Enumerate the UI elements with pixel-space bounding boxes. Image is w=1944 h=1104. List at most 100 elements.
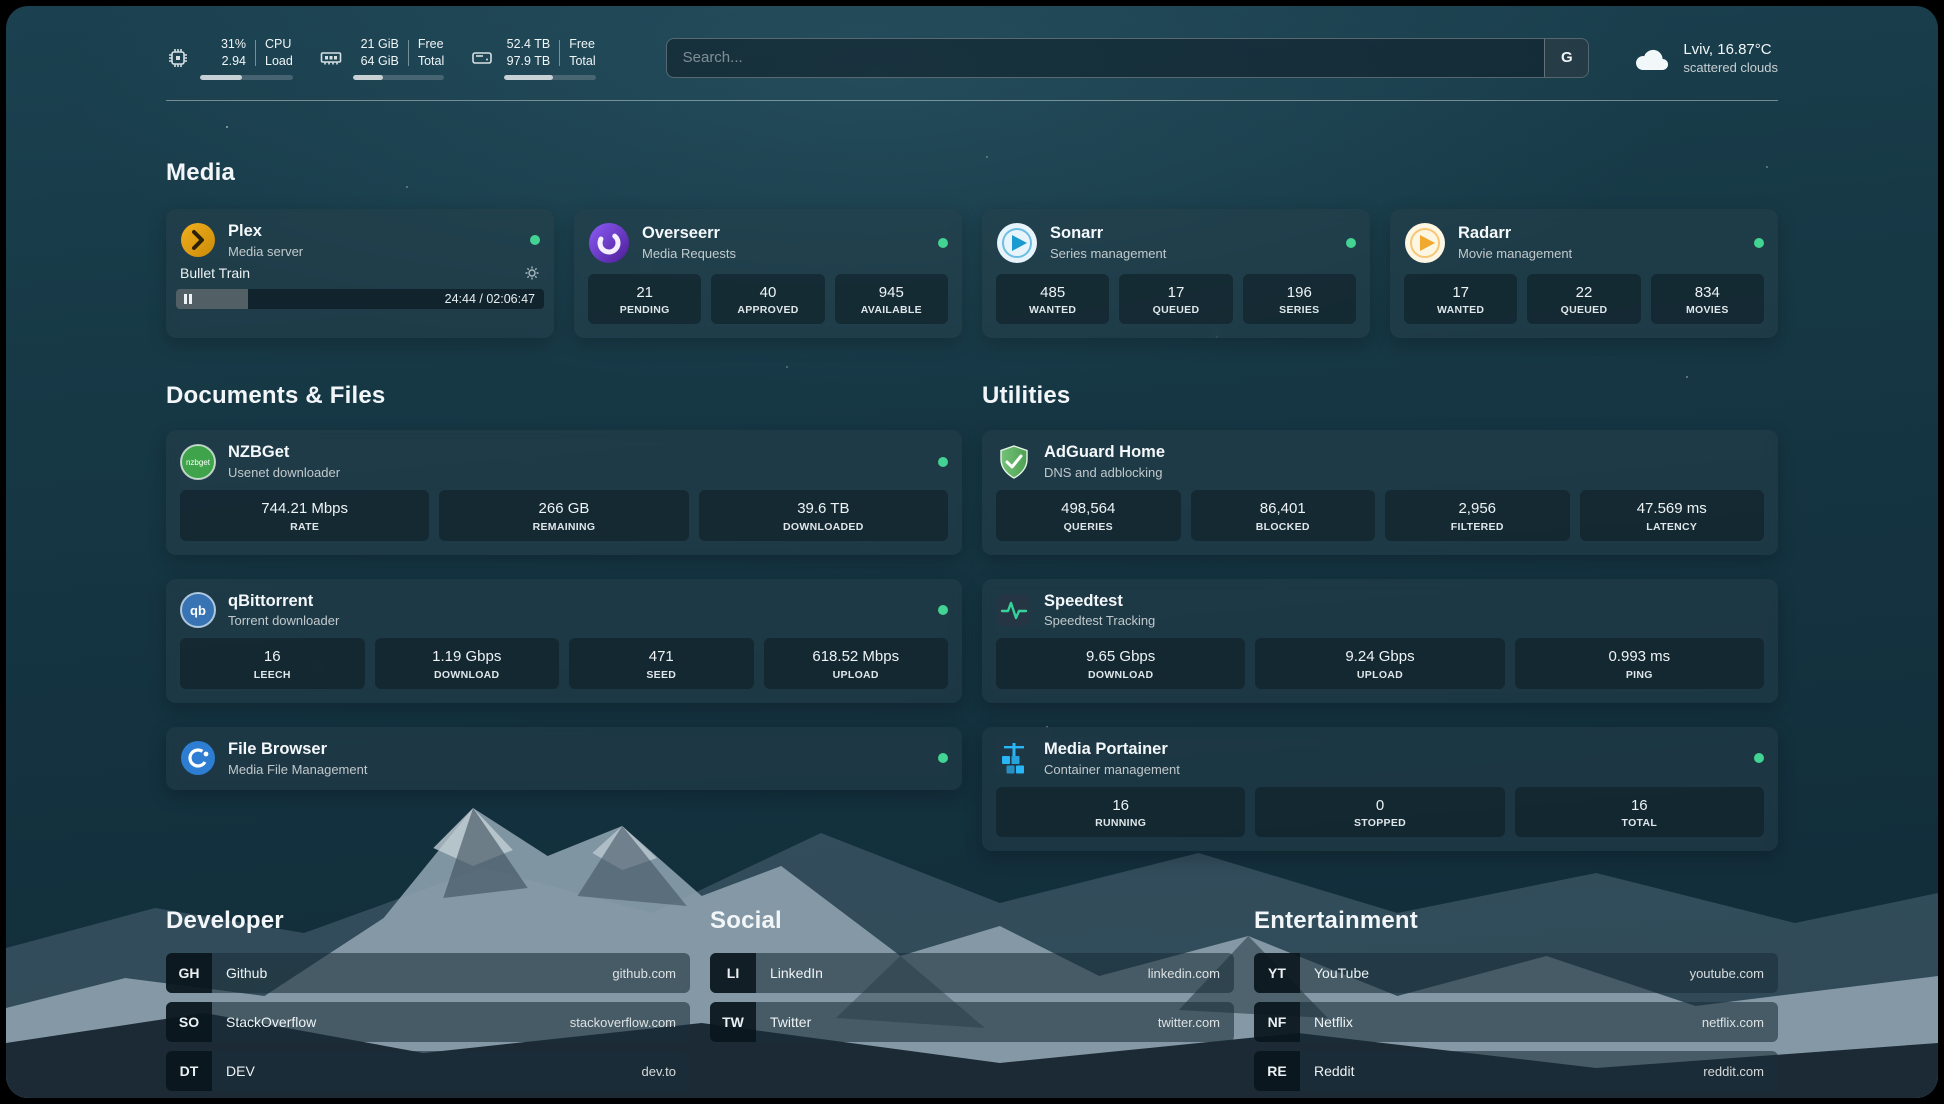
filebrowser-icon bbox=[180, 740, 216, 776]
section-title-developer: Developer bbox=[166, 907, 690, 935]
svg-text:qb: qb bbox=[190, 603, 206, 618]
stat-label: RATE bbox=[184, 521, 425, 533]
pause-icon[interactable] bbox=[183, 294, 193, 304]
stat-box: 40 APPROVED bbox=[711, 274, 824, 325]
bookmark-twitter[interactable]: TW Twitter twitter.com bbox=[710, 1002, 1234, 1042]
bookmark-linkedin[interactable]: LI LinkedIn linkedin.com bbox=[710, 953, 1234, 993]
stat-value: 0.993 ms bbox=[1519, 647, 1760, 667]
card-speedtest[interactable]: Speedtest Speedtest Tracking 9.65 Gbps D… bbox=[982, 579, 1778, 703]
bookmark-abbr: LI bbox=[710, 953, 756, 993]
bookmark-github[interactable]: GH Github github.com bbox=[166, 953, 690, 993]
portainer-icon bbox=[996, 740, 1032, 776]
stat-value: 21 bbox=[592, 283, 697, 303]
card-overseerr[interactable]: Overseerr Media Requests 21 PENDING bbox=[574, 209, 962, 339]
memory-total-label: Total bbox=[418, 53, 444, 70]
service-title: Overseerr bbox=[642, 224, 736, 244]
section-title-social: Social bbox=[710, 907, 1234, 935]
card-radarr[interactable]: Radarr Movie management 17 WANTED 2 bbox=[1390, 209, 1778, 339]
disk-icon bbox=[470, 46, 494, 70]
bookmark-abbr: TW bbox=[710, 1002, 756, 1042]
stat-value: 22 bbox=[1531, 283, 1636, 303]
cloud-icon bbox=[1633, 43, 1671, 73]
adguard-icon bbox=[996, 444, 1032, 480]
bookmark-url: reddit.com bbox=[1703, 1064, 1778, 1079]
cpu-load: 2.94 bbox=[222, 53, 246, 70]
section-title-documents: Documents & Files bbox=[166, 382, 962, 410]
divider bbox=[408, 40, 409, 66]
gear-icon[interactable] bbox=[524, 265, 540, 281]
stat-value: 618.52 Mbps bbox=[768, 647, 945, 667]
playback-progress-bar[interactable]: 24:44 / 02:06:47 bbox=[176, 289, 544, 309]
stat-label: QUERIES bbox=[1000, 521, 1177, 533]
bookmark-name: Reddit bbox=[1300, 1063, 1354, 1079]
status-dot bbox=[1346, 238, 1356, 248]
card-nzbget[interactable]: nzbget NZBGet Usenet downloader bbox=[166, 430, 962, 554]
service-title: Speedtest bbox=[1044, 592, 1155, 612]
memory-free: 21 GiB bbox=[361, 36, 399, 53]
bookmark-youtube[interactable]: YT YouTube youtube.com bbox=[1254, 953, 1778, 993]
stat-box: 945 AVAILABLE bbox=[835, 274, 948, 325]
service-subtitle: Series management bbox=[1050, 246, 1166, 261]
bookmark-netflix[interactable]: NF Netflix netflix.com bbox=[1254, 1002, 1778, 1042]
stat-box: 9.24 Gbps UPLOAD bbox=[1255, 638, 1504, 689]
stat-value: 0 bbox=[1259, 796, 1500, 816]
stat-box: 2,956 FILTERED bbox=[1385, 490, 1570, 541]
stat-box: 485 WANTED bbox=[996, 274, 1109, 325]
card-portainer[interactable]: Media Portainer Container management 16 … bbox=[982, 727, 1778, 851]
service-subtitle: DNS and adblocking bbox=[1044, 465, 1165, 480]
bookmark-dev[interactable]: DT DEV dev.to bbox=[166, 1051, 690, 1091]
search-input[interactable] bbox=[667, 49, 1545, 66]
card-sonarr[interactable]: Sonarr Series management 485 WANTED bbox=[982, 209, 1370, 339]
bookmark-url: linkedin.com bbox=[1148, 966, 1234, 981]
stat-label: STOPPED bbox=[1259, 817, 1500, 829]
disk-progress-bar bbox=[504, 75, 595, 80]
topbar-divider bbox=[166, 100, 1778, 101]
service-title: AdGuard Home bbox=[1044, 443, 1165, 463]
stat-value: 17 bbox=[1123, 283, 1228, 303]
cpu-load-label: Load bbox=[265, 53, 293, 70]
stat-box: 47.569 ms LATENCY bbox=[1580, 490, 1765, 541]
stat-label: DOWNLOADED bbox=[703, 521, 944, 533]
divider bbox=[559, 40, 560, 66]
stat-box: 9.65 Gbps DOWNLOAD bbox=[996, 638, 1245, 689]
speedtest-icon bbox=[996, 592, 1032, 628]
cpu-progress-fill bbox=[200, 75, 242, 80]
stat-box: 618.52 Mbps UPLOAD bbox=[764, 638, 949, 689]
service-title: Sonarr bbox=[1050, 224, 1166, 244]
card-filebrowser[interactable]: File Browser Media File Management bbox=[166, 727, 962, 790]
stat-label: TOTAL bbox=[1519, 817, 1760, 829]
status-dot bbox=[938, 753, 948, 763]
stat-label: LATENCY bbox=[1584, 521, 1761, 533]
stat-box: 744.21 Mbps RATE bbox=[180, 490, 429, 541]
overseerr-icon bbox=[588, 222, 630, 264]
stat-value: 1.19 Gbps bbox=[379, 647, 556, 667]
card-adguard[interactable]: AdGuard Home DNS and adblocking 498,564 … bbox=[982, 430, 1778, 554]
bookmark-name: LinkedIn bbox=[756, 965, 823, 981]
stat-label: SEED bbox=[573, 669, 750, 681]
stat-box: 86,401 BLOCKED bbox=[1191, 490, 1376, 541]
bookmark-reddit[interactable]: RE Reddit reddit.com bbox=[1254, 1051, 1778, 1091]
playback-time: 24:44 / 02:06:47 bbox=[445, 292, 535, 306]
section-title-utilities: Utilities bbox=[982, 382, 1778, 410]
card-plex[interactable]: Plex Media server Bullet Train bbox=[166, 209, 554, 339]
bookmark-abbr: YT bbox=[1254, 953, 1300, 993]
memory-widget: 21 GiB 64 GiB Free Total bbox=[319, 36, 444, 80]
card-qbittorrent[interactable]: qb qBittorrent Torrent downloader bbox=[166, 579, 962, 703]
stat-value: 945 bbox=[839, 283, 944, 303]
disk-free: 52.4 TB bbox=[507, 36, 551, 53]
service-title: File Browser bbox=[228, 740, 367, 760]
status-dot bbox=[1754, 753, 1764, 763]
search-provider-button[interactable]: G bbox=[1544, 39, 1588, 77]
bookmark-stackoverflow[interactable]: SO StackOverflow stackoverflow.com bbox=[166, 1002, 690, 1042]
stat-box: 471 SEED bbox=[569, 638, 754, 689]
stat-label: APPROVED bbox=[715, 304, 820, 316]
status-dot bbox=[938, 605, 948, 615]
disk-progress-fill bbox=[504, 75, 552, 80]
memory-free-label: Free bbox=[418, 36, 444, 53]
stat-box: 17 WANTED bbox=[1404, 274, 1517, 325]
bookmark-abbr: NF bbox=[1254, 1002, 1300, 1042]
stat-box: 196 SERIES bbox=[1243, 274, 1356, 325]
entertainment-column: Entertainment YT YouTube youtube.com NF … bbox=[1254, 907, 1778, 1091]
cpu-label: CPU bbox=[265, 36, 291, 53]
bookmark-name: Twitter bbox=[756, 1014, 811, 1030]
